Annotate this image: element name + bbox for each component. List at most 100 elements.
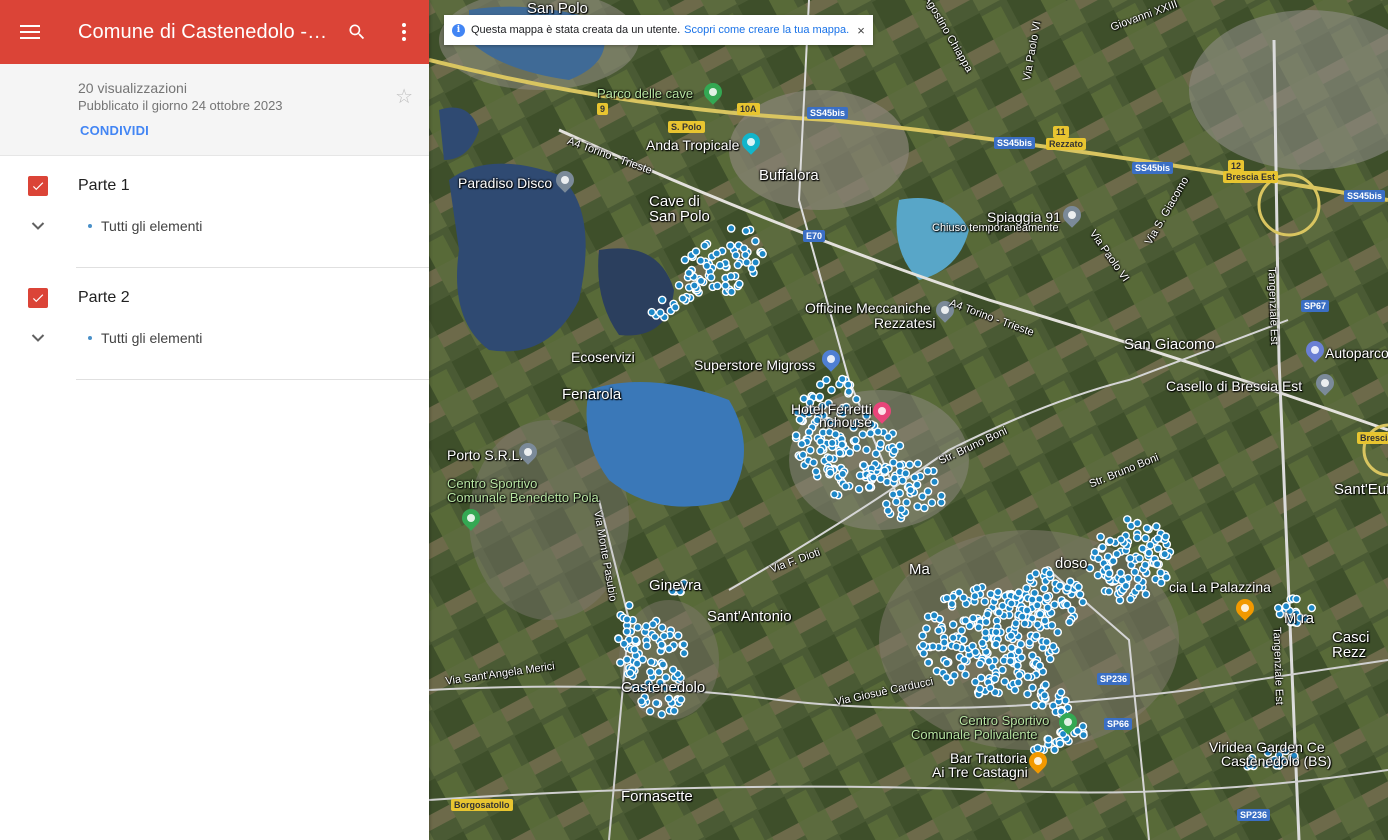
map-marker[interactable] [913, 502, 922, 511]
map-marker[interactable] [624, 601, 634, 610]
map-marker[interactable] [923, 466, 933, 476]
map-marker[interactable] [918, 640, 928, 650]
map-marker[interactable] [837, 374, 847, 384]
map-marker[interactable] [1014, 678, 1023, 687]
map-marker[interactable] [888, 490, 898, 499]
map-marker[interactable] [811, 467, 821, 476]
learn-more-link[interactable]: Scopri come creare la tua mappa. [684, 24, 849, 36]
map-marker[interactable] [825, 468, 835, 478]
map-marker[interactable] [1022, 584, 1031, 593]
map-marker[interactable] [901, 469, 911, 478]
map-marker[interactable] [844, 387, 854, 397]
map-marker[interactable] [1018, 612, 1027, 622]
map-marker[interactable] [869, 473, 878, 482]
map-marker[interactable] [642, 641, 652, 651]
map-marker[interactable] [622, 615, 632, 624]
map-marker[interactable] [873, 427, 883, 437]
map-marker[interactable] [625, 668, 635, 678]
map-marker[interactable] [881, 499, 891, 509]
map-marker[interactable] [633, 623, 642, 632]
map-marker[interactable] [1156, 568, 1166, 578]
map-marker[interactable] [657, 710, 666, 719]
map-marker[interactable] [668, 665, 678, 675]
map-marker[interactable] [734, 279, 744, 289]
map-marker[interactable] [669, 706, 679, 716]
map-marker[interactable] [1006, 656, 1015, 666]
map-marker[interactable] [991, 639, 1001, 649]
map-marker[interactable] [980, 597, 990, 606]
map-marker[interactable] [913, 459, 923, 468]
map-marker[interactable] [715, 260, 725, 270]
map-marker[interactable] [827, 438, 837, 448]
map-marker[interactable] [838, 469, 848, 479]
map-marker[interactable] [1014, 588, 1024, 597]
map-marker[interactable] [1078, 722, 1088, 731]
map-marker[interactable] [866, 428, 875, 438]
map-marker[interactable] [726, 224, 736, 233]
map-marker[interactable] [1065, 617, 1074, 627]
map-marker[interactable] [690, 281, 699, 290]
map-marker[interactable] [700, 241, 710, 250]
map-marker[interactable] [1274, 603, 1283, 613]
map-marker[interactable] [972, 584, 982, 593]
close-icon[interactable]: × [857, 23, 865, 38]
map-marker[interactable] [942, 658, 952, 668]
map-marker[interactable] [1141, 560, 1150, 570]
map-marker[interactable] [1132, 533, 1142, 543]
map-marker[interactable] [1153, 534, 1163, 543]
map-marker[interactable] [696, 276, 706, 286]
map-marker[interactable] [1152, 522, 1161, 531]
map-marker[interactable] [646, 657, 656, 667]
map-marker[interactable] [1130, 567, 1140, 577]
map-marker[interactable] [1105, 536, 1115, 546]
map-marker[interactable] [859, 460, 869, 470]
map-marker[interactable] [670, 302, 680, 312]
map-marker[interactable] [961, 670, 970, 680]
map-marker[interactable] [637, 697, 646, 706]
map-marker[interactable] [876, 474, 886, 484]
map-marker[interactable] [664, 644, 674, 654]
map-marker[interactable] [679, 648, 689, 658]
layer-item-all[interactable]: Tutti gli elementi [88, 330, 202, 346]
map-marker[interactable] [1055, 739, 1065, 748]
map-marker[interactable] [1033, 601, 1042, 610]
map-marker[interactable] [1010, 685, 1020, 695]
map-marker[interactable] [679, 640, 689, 649]
map-marker[interactable] [646, 667, 655, 677]
map-marker[interactable] [898, 476, 907, 485]
map-marker[interactable] [1078, 597, 1088, 607]
map-marker[interactable] [712, 281, 722, 291]
map-marker[interactable] [797, 439, 807, 449]
map-marker[interactable] [676, 695, 686, 704]
map-marker[interactable] [934, 626, 943, 635]
map-marker[interactable] [830, 489, 839, 499]
map-marker[interactable] [619, 639, 629, 649]
map-marker[interactable] [1126, 594, 1135, 604]
map-marker[interactable] [1281, 602, 1291, 611]
map-marker[interactable] [952, 642, 961, 652]
map-marker[interactable] [706, 273, 716, 282]
map-marker[interactable] [922, 624, 931, 633]
map-marker[interactable] [876, 439, 885, 449]
map-marker[interactable] [994, 608, 1004, 617]
map-marker[interactable] [981, 617, 991, 627]
map-marker[interactable] [1133, 574, 1143, 584]
more-vert-icon[interactable] [379, 0, 429, 64]
menu-icon[interactable] [0, 0, 60, 64]
map-marker[interactable] [1098, 543, 1107, 552]
map-marker[interactable] [937, 491, 946, 501]
map-marker[interactable] [1056, 688, 1066, 697]
map-marker[interactable] [1160, 549, 1170, 559]
map-marker[interactable] [1040, 616, 1050, 626]
map-marker[interactable] [939, 638, 949, 647]
map-marker[interactable] [865, 482, 874, 492]
map-marker[interactable] [1141, 589, 1151, 599]
map-marker[interactable] [684, 268, 694, 278]
map-marker[interactable] [721, 281, 730, 290]
map-marker[interactable] [1020, 619, 1030, 628]
map-marker[interactable] [678, 294, 688, 303]
map-marker[interactable] [835, 448, 845, 458]
map-marker[interactable] [702, 261, 712, 271]
map-marker[interactable] [1142, 524, 1152, 533]
map-marker[interactable] [655, 308, 665, 318]
